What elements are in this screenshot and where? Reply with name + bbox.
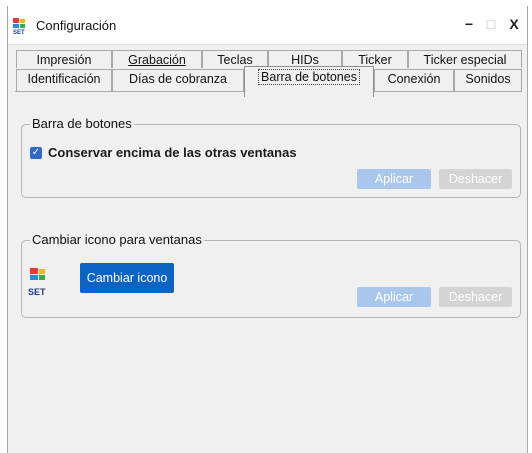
undo-button[interactable]: Deshacer	[439, 169, 512, 189]
app-logo-icon: SET	[13, 18, 25, 35]
minimize-button[interactable]: −	[460, 14, 478, 34]
tab-conexion[interactable]: Conexión	[374, 69, 454, 91]
tab-panel-border	[15, 91, 244, 92]
tab-identificacion[interactable]: Identificación	[16, 69, 112, 91]
window-title: Configuración	[36, 18, 117, 33]
tab-sonidos[interactable]: Sonidos	[454, 69, 522, 91]
tab-label: HIDs	[291, 53, 319, 67]
keep-on-top-checkbox[interactable]: ✓	[30, 147, 42, 159]
change-icon-button[interactable]: Cambiar icono	[80, 263, 174, 293]
tab-label: Impresión	[36, 53, 92, 67]
tab-label: Grabación	[128, 53, 186, 67]
tab-label: Barra de botones	[258, 69, 360, 85]
maximize-button[interactable]: □	[482, 14, 500, 34]
tab-label: Identificación	[27, 72, 101, 86]
tab-label: Días de cobranza	[129, 72, 227, 86]
group-title: Barra de botones	[30, 116, 134, 131]
tab-barra-de-botones[interactable]: Barra de botones	[244, 66, 374, 97]
tab-label: Sonidos	[465, 72, 511, 86]
undo-button[interactable]: Deshacer	[439, 287, 512, 307]
apply-button[interactable]: Aplicar	[357, 169, 431, 189]
title-bar: SET Configuración − □ X	[8, 6, 527, 45]
svg-text:SET: SET	[13, 30, 25, 35]
apply-button[interactable]: Aplicar	[357, 287, 431, 307]
tab-dias-de-cobranza[interactable]: Días de cobranza	[112, 69, 244, 91]
tab-label: Ticker especial	[423, 53, 507, 67]
tab-label: Teclas	[217, 53, 253, 67]
keep-on-top-label[interactable]: Conservar encima de las otras ventanas	[48, 145, 297, 160]
tab-label: Conexión	[387, 72, 441, 86]
set-logo-text: SET	[28, 287, 46, 297]
group-barra-de-botones: Barra de botones ✓ Conservar encima de l…	[21, 116, 521, 198]
config-window: SET Configuración − □ X Impresión Grabac…	[7, 6, 528, 453]
close-button[interactable]: X	[505, 14, 523, 34]
group-title: Cambiar icono para ventanas	[30, 232, 204, 247]
tab-panel-border	[374, 91, 522, 92]
group-cambiar-icono: Cambiar icono para ventanas SET Cambiar …	[21, 232, 521, 318]
tab-impresion[interactable]: Impresión	[16, 50, 112, 68]
tab-label: Ticker	[358, 53, 392, 67]
tab-ticker-especial[interactable]: Ticker especial	[408, 50, 522, 68]
tab-grabacion[interactable]: Grabación	[112, 50, 202, 68]
